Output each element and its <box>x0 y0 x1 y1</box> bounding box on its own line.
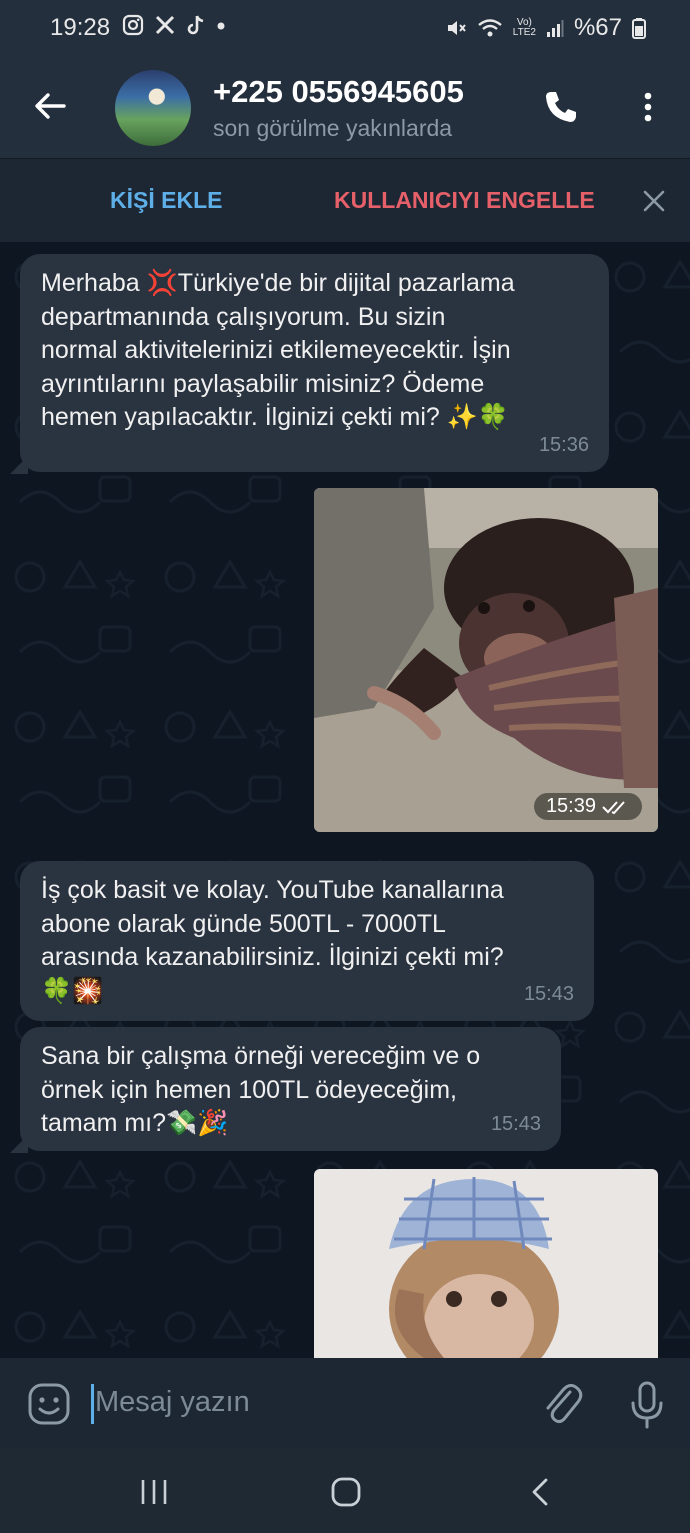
message-bubble-incoming[interactable]: Merhaba 💢Türkiye'de bir dijital pazarlam… <box>20 254 609 472</box>
block-user-button[interactable]: KULLANICIYI ENGELLE <box>334 187 595 214</box>
message-time: 15:39 <box>545 795 596 817</box>
emoji-icon[interactable] <box>27 1382 71 1426</box>
message-text: Merhaba 💢Türkiye'de bir dijital pazarlam… <box>41 269 515 431</box>
battery-icon <box>632 18 646 39</box>
signal-icon <box>546 20 564 37</box>
nav-back-icon[interactable] <box>530 1477 550 1507</box>
message-text: İş çok basit ve kolay. YouTube kanalları… <box>41 876 504 1005</box>
image-message-chimp[interactable]: 15:39 <box>314 488 658 832</box>
instagram-icon <box>122 14 144 36</box>
paperclip-icon[interactable] <box>540 1380 584 1428</box>
tiktok-icon <box>187 15 204 35</box>
mute-icon <box>447 21 466 35</box>
more-vert-icon[interactable] <box>638 88 658 126</box>
image-message-monkey[interactable] <box>314 1169 658 1358</box>
status-icons-right: Vo) LTE2 %67 <box>445 14 646 42</box>
chat-header: +225 0556945605 son görülme yakınlarda <box>0 58 690 158</box>
recent-apps-icon[interactable] <box>139 1478 169 1506</box>
home-icon[interactable] <box>331 1477 361 1507</box>
microphone-icon[interactable] <box>628 1380 666 1430</box>
message-text: Sana bir çalışma örneği vereceğim ve o ö… <box>41 1042 481 1137</box>
message-input-bar: Mesaj yazın <box>0 1358 690 1448</box>
phone-icon[interactable] <box>542 88 580 126</box>
message-bubble-incoming[interactable]: İş çok basit ve kolay. YouTube kanalları… <box>20 861 594 1021</box>
photo-chimpanzee <box>314 488 658 832</box>
text-caret <box>91 1384 94 1424</box>
avatar[interactable] <box>115 70 191 146</box>
status-time: 19:28 <box>50 14 111 41</box>
status-icons-left <box>122 14 226 36</box>
photo-monkey-in-hat <box>314 1169 658 1358</box>
back-arrow-icon[interactable] <box>30 86 70 126</box>
battery-percent: %67 <box>573 14 622 41</box>
double-check-icon <box>602 800 625 814</box>
message-input[interactable]: Mesaj yazın <box>95 1386 250 1419</box>
add-contact-button[interactable]: KİŞİ EKLE <box>110 187 222 214</box>
network-label: Vo) LTE2 <box>512 17 536 38</box>
message-bubble-incoming[interactable]: Sana bir çalışma örneği vereceğim ve o ö… <box>20 1027 561 1151</box>
system-nav-bar <box>0 1448 690 1533</box>
message-time: 15:36 <box>538 433 589 456</box>
contact-name[interactable]: +225 0556945605 <box>213 74 464 110</box>
contact-status: son görülme yakınlarda <box>213 115 453 141</box>
wifi-icon <box>478 19 502 37</box>
x-icon <box>155 15 175 35</box>
contact-action-bar: KİŞİ EKLE KULLANICIYI ENGELLE <box>0 158 690 243</box>
chat-area[interactable]: Merhaba 💢Türkiye'de bir dijital pazarlam… <box>0 242 690 1358</box>
message-time: 15:43 <box>490 1112 541 1135</box>
status-bar: 19:28 Vo) LTE2 %67 <box>0 0 690 58</box>
image-time-badge: 15:39 <box>533 793 642 820</box>
message-time: 15:43 <box>523 982 574 1005</box>
dot-icon <box>217 22 225 30</box>
close-icon[interactable] <box>640 187 668 215</box>
